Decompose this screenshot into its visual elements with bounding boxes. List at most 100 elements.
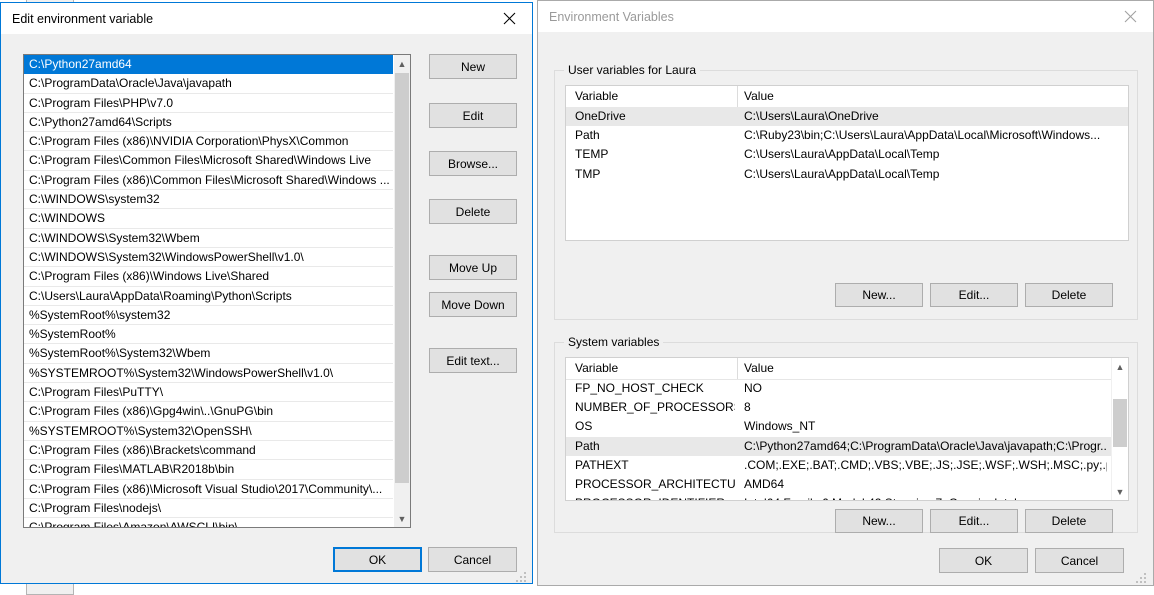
user-variables-table[interactable]: Variable Value OneDrive C:\Users\Laura\OneD…	[565, 85, 1129, 241]
path-list-item[interactable]: C:\Program Files\MATLAB\R2018b\bin	[24, 460, 393, 479]
path-list-item[interactable]: %SystemRoot%	[24, 325, 393, 344]
table-row[interactable]: FP_NO_HOST_CHECK NO	[566, 379, 1111, 398]
user-variables-groupbox: User variables for Laura VariableValueOn…	[554, 70, 1138, 320]
env-dialog-titlebar[interactable]: Environment Variables	[538, 1, 1153, 32]
column-header-value: Value	[744, 86, 1124, 107]
edit-dialog-move-up-button[interactable]: Move Up	[429, 255, 517, 280]
column-header-variable: Variable	[575, 86, 735, 107]
path-list-item[interactable]: C:\Program Files (x86)\Microsoft Visual …	[24, 480, 393, 499]
env-dialog-resize-grip[interactable]	[1136, 573, 1148, 585]
path-list-item[interactable]: C:\ProgramData\Oracle\Java\javapath	[24, 74, 393, 93]
user-variables-table-inner: Variable Value OneDrive C:\Users\Laura\OneD…	[566, 86, 1128, 240]
path-list-item[interactable]: C:\Program Files (x86)\Windows Live\Shar…	[24, 267, 393, 286]
path-list-item[interactable]: C:\Program Files (x86)\NVIDIA Corporatio…	[24, 132, 393, 151]
variable-value: NO	[744, 379, 1107, 398]
table-row[interactable]: Path C:\Ruby23\bin;C:\Users\Laura\AppData…	[566, 126, 1128, 145]
path-list-item[interactable]: C:\Python27amd64	[24, 55, 393, 74]
edit-dialog-delete-button[interactable]: Delete	[429, 199, 517, 224]
env-dialog-cancel-button[interactable]: Cancel	[1035, 548, 1124, 573]
table-row[interactable]: PATHEXT.COM;.EXE;.BAT;.CMD;.VBS;.VBE;.JS…	[566, 456, 1111, 475]
edit-dialog-browse-button[interactable]: Browse...	[429, 151, 517, 176]
variable-name: Path	[575, 126, 735, 145]
scrollbar-thumb[interactable]	[395, 73, 409, 483]
background-window-sliver-bottom	[26, 583, 74, 595]
system-variables-table[interactable]: VariableValueFP_NO_HOST_CHECKNONUMBER_OF…	[565, 357, 1129, 501]
scrollbar-thumb[interactable]	[1113, 399, 1127, 447]
variable-value: Windows_NT	[744, 417, 1107, 436]
edit-dialog-titlebar[interactable]: Edit environment variable	[1, 3, 532, 34]
user-variables-group-label: User variables for Laura	[564, 63, 700, 77]
variable-value: Intel64 Family 6 Model 42 Stepping 7, Ge…	[744, 494, 1107, 501]
path-list-item[interactable]: %SystemRoot%\system32	[24, 306, 393, 325]
variable-name: OneDrive	[575, 107, 735, 126]
system-variables-scrollbar[interactable]: ▲ ▼	[1111, 358, 1128, 500]
path-list-item[interactable]: C:\Program Files\Amazon\AWSCLI\bin\	[24, 518, 393, 528]
desktop-background: Edit environment variable C:\Python27amd…	[0, 0, 1154, 590]
edit-dialog-ok-button[interactable]: OK	[333, 547, 422, 572]
environment-variables-dialog: Environment Variables User variables for…	[537, 0, 1154, 586]
user-variables-new-button[interactable]: New...	[835, 283, 923, 307]
table-header-row: Variable Value	[566, 86, 1128, 107]
table-row[interactable]: OS Windows_NT	[566, 417, 1111, 436]
scroll-up-icon[interactable]: ▲	[1112, 358, 1128, 375]
system-variables-delete-button[interactable]: Delete	[1025, 509, 1113, 533]
path-list-item[interactable]: C:\Program Files (x86)\Brackets\command	[24, 441, 393, 460]
edit-dialog-move-down-button[interactable]: Move Down	[429, 292, 517, 317]
variable-value: AMD64	[744, 475, 1107, 494]
variable-name: FP_NO_HOST_CHECK	[575, 379, 735, 398]
path-list-rows: C:\Python27amd64C:\ProgramData\Oracle\Ja…	[24, 55, 393, 527]
edit-dialog-edit-text-button[interactable]: Edit text...	[429, 348, 517, 373]
table-row[interactable]: PathC:\Python27amd64;C:\ProgramData\Orac…	[566, 437, 1111, 456]
path-list-item[interactable]: %SYSTEMROOT%\System32\OpenSSH\	[24, 422, 393, 441]
table-row[interactable]: TEMPC:\Users\Laura\AppData\Local\Temp	[566, 145, 1128, 164]
table-row[interactable]: PROCESSOR_ARCHITECTUREAMD64	[566, 475, 1111, 494]
table-row[interactable]: PROCESSOR_IDENTIFIER Intel64 Family 6 Mod…	[566, 494, 1111, 501]
env-dialog-ok-button[interactable]: OK	[939, 548, 1028, 573]
env-dialog-client: User variables for Laura VariableValueOn…	[538, 32, 1153, 585]
edit-dialog-cancel-button[interactable]: Cancel	[428, 547, 517, 572]
edit-dialog-edit-button[interactable]: Edit	[429, 103, 517, 128]
variable-value: .COM;.EXE;.BAT;.CMD;.VBS;.VBE;.JS;.JSE;.…	[744, 456, 1107, 475]
path-list-item[interactable]: C:\Python27amd64\Scripts	[24, 113, 393, 132]
table-row[interactable]: TMPC:\Users\Laura\AppData\Local\Temp	[566, 165, 1128, 184]
path-list-item[interactable]: C:\Program Files\nodejs\	[24, 499, 393, 518]
scroll-down-icon[interactable]: ▼	[394, 510, 410, 527]
edit-dialog-resize-grip[interactable]	[516, 572, 528, 584]
variable-name: OS	[575, 417, 735, 436]
user-variables-edit-button[interactable]: Edit...	[930, 283, 1018, 307]
path-list-item[interactable]: C:\WINDOWS	[24, 209, 393, 228]
variable-name: TMP	[575, 165, 735, 184]
close-icon[interactable]	[487, 3, 532, 33]
path-list-item[interactable]: %SystemRoot%\System32\Wbem	[24, 344, 393, 363]
path-list-item[interactable]: C:\WINDOWS\System32\Wbem	[24, 229, 393, 248]
system-variables-table-inner: VariableValueFP_NO_HOST_CHECKNONUMBER_OF…	[566, 358, 1111, 500]
scroll-up-icon[interactable]: ▲	[394, 55, 410, 72]
user-variables-delete-button[interactable]: Delete	[1025, 283, 1113, 307]
edit-dialog-title: Edit environment variable	[12, 12, 153, 26]
path-list-item[interactable]: C:\Program Files (x86)\Common Files\Micr…	[24, 171, 393, 190]
path-list-box[interactable]: C:\Python27amd64C:\ProgramData\Oracle\Ja…	[23, 54, 411, 528]
variable-name: PROCESSOR_IDENTIFIER	[575, 494, 735, 501]
edit-environment-variable-dialog: Edit environment variable C:\Python27amd…	[0, 2, 533, 584]
variable-value: C:\Users\Laura\OneDrive	[744, 107, 1124, 126]
table-row[interactable]: NUMBER_OF_PROCESSORS8	[566, 398, 1111, 417]
system-variables-edit-button[interactable]: Edit...	[930, 509, 1018, 533]
path-list-item[interactable]: %SYSTEMROOT%\System32\WindowsPowerShell\…	[24, 364, 393, 383]
close-icon[interactable]	[1108, 1, 1153, 31]
path-list-item[interactable]: C:\WINDOWS\system32	[24, 190, 393, 209]
edit-dialog-new-button[interactable]: New	[429, 54, 517, 79]
table-row[interactable]: OneDrive C:\Users\Laura\OneDrive	[566, 107, 1128, 126]
scroll-down-icon[interactable]: ▼	[1112, 483, 1128, 500]
path-list-item[interactable]: C:\Users\Laura\AppData\Roaming\Python\Sc…	[24, 287, 393, 306]
system-variables-new-button[interactable]: New...	[835, 509, 923, 533]
edit-dialog-client: C:\Python27amd64C:\ProgramData\Oracle\Ja…	[1, 34, 532, 583]
column-header-variable: Variable	[575, 358, 735, 379]
variable-value: C:\Ruby23\bin;C:\Users\Laura\AppData\Loc…	[744, 126, 1124, 145]
path-list-item[interactable]: C:\Program Files\PuTTY\	[24, 383, 393, 402]
path-list-item[interactable]: C:\Program Files (x86)\Gpg4win\..\GnuPG\…	[24, 402, 393, 421]
path-list-item[interactable]: C:\Program Files\PHP\v7.0	[24, 94, 393, 113]
path-list-scrollbar[interactable]: ▲ ▼	[393, 55, 410, 527]
system-variables-groupbox: System variables VariableValueFP_NO_HOST…	[554, 342, 1138, 533]
path-list-item[interactable]: C:\WINDOWS\System32\WindowsPowerShell\v1…	[24, 248, 393, 267]
path-list-item[interactable]: C:\Program Files\Common Files\Microsoft …	[24, 151, 393, 170]
